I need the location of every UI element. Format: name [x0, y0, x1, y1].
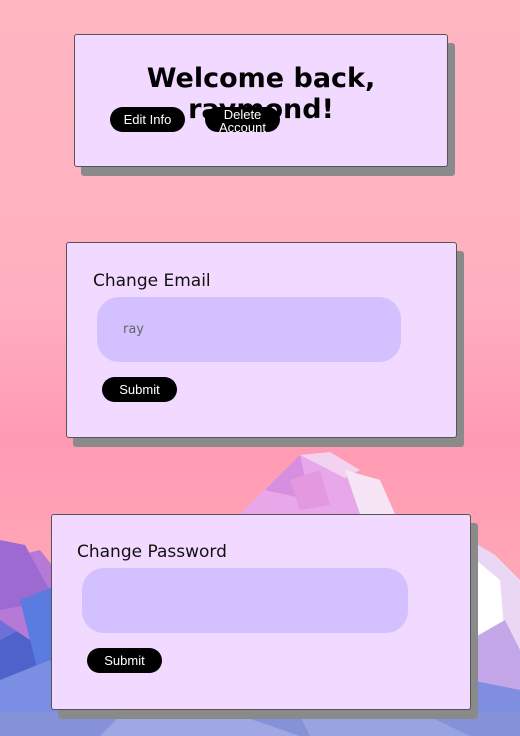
edit-info-button[interactable]: Edit Info: [110, 107, 185, 132]
email-submit-button[interactable]: Submit: [102, 377, 177, 402]
change-email-card: Change Email Submit: [66, 242, 457, 438]
email-input[interactable]: [97, 297, 401, 362]
password-submit-button[interactable]: Submit: [87, 648, 162, 673]
change-email-heading: Change Email: [93, 271, 211, 291]
welcome-card: Welcome back, raymond! Edit Info Delete …: [74, 34, 448, 167]
change-password-card: Change Password Submit: [51, 514, 471, 710]
delete-account-button[interactable]: Delete Account: [205, 107, 280, 132]
change-password-heading: Change Password: [77, 542, 227, 562]
password-input[interactable]: [82, 568, 408, 633]
